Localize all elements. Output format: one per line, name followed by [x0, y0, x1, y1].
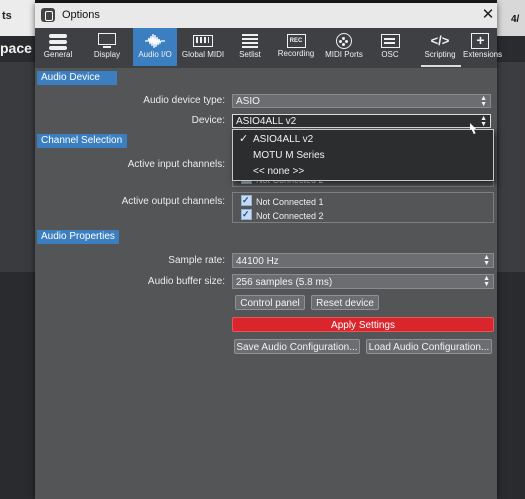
audio-buffer-size-value: 256 samples (5.8 ms) [236, 277, 333, 288]
tab-recording[interactable]: REC Recording [275, 28, 317, 66]
channel-label: Not Connected 2 [256, 211, 324, 221]
check-icon: ✓ [239, 133, 249, 145]
sample-rate-select[interactable]: 44100 Hz ▲ ▼ [232, 253, 494, 268]
tab-label: General [43, 50, 73, 59]
output-channel-item[interactable]: Not Connected 1 [241, 193, 324, 209]
sample-rate-value: 44100 Hz [236, 256, 279, 267]
tab-label: Global MIDI [181, 50, 225, 59]
tab-label: MIDI Ports [325, 50, 363, 59]
audio-device-type-value: ASIO [236, 96, 260, 107]
output-channel-item[interactable]: Not Connected 2 [241, 207, 324, 223]
code-icon: </> [430, 33, 450, 48]
sample-rate-label: Sample rate: [168, 255, 225, 266]
audio-buffer-size-select[interactable]: 256 samples (5.8 ms) ▲ ▼ [232, 274, 494, 289]
audio-buffer-size-label: Audio buffer size: [147, 276, 225, 287]
checkbox-checked-icon[interactable] [241, 193, 252, 207]
device-option-label: ASIO4ALL v2 [253, 134, 314, 145]
tab-label: Display [93, 50, 121, 59]
tab-scripting[interactable]: </> Scripting [419, 28, 461, 66]
tab-global-midi[interactable]: Global MIDI [179, 28, 227, 66]
display-icon [97, 33, 117, 49]
device-dropdown-list: ✓ ASIO4ALL v2 MOTU M Series << none >> [232, 129, 494, 181]
channel-label: Not Connected 1 [256, 197, 324, 207]
midi-port-icon [334, 33, 354, 49]
up-down-arrows-icon: ▲ ▼ [483, 275, 490, 288]
osc-icon [380, 33, 400, 49]
device-label: Device: [191, 115, 225, 126]
save-audio-configuration-button[interactable]: Save Audio Configuration... [234, 339, 360, 354]
reset-device-button[interactable]: Reset device [311, 295, 379, 310]
tab-label: Scripting [424, 50, 456, 59]
audio-device-type-select[interactable]: ASIO ▲ ▼ [232, 94, 491, 108]
record-icon: REC [286, 34, 306, 48]
audio-waveform-icon [145, 33, 165, 49]
background-app-right: 4/ [497, 0, 525, 499]
tab-label: Audio I/O [138, 50, 172, 59]
section-audio-properties: Audio Properties [37, 230, 119, 244]
close-icon[interactable]: ✕ [480, 5, 496, 25]
tab-midi-ports[interactable]: MIDI Ports [322, 28, 366, 66]
tab-scroll-indicator [421, 65, 461, 67]
tab-display[interactable]: Display [84, 28, 130, 66]
list-icon [240, 33, 260, 49]
title-bar[interactable]: Options ✕ [35, 3, 497, 28]
options-dialog: Options ✕ General Display Audio I/O Glob… [35, 3, 503, 499]
tab-label: Extensions [463, 50, 503, 59]
up-down-arrows-icon: ▲ ▼ [483, 254, 490, 267]
window-title: Options [62, 9, 100, 21]
midi-keyboard-icon [193, 33, 213, 49]
background-app-left: ts pace : [0, 0, 35, 499]
background-number: 4/ [511, 14, 520, 25]
background-label: ts [2, 10, 12, 22]
general-icon [48, 33, 68, 50]
tab-audio-io[interactable]: Audio I/O [133, 28, 177, 66]
device-option-label: MOTU M Series [253, 150, 325, 161]
plus-box-icon [470, 32, 490, 49]
tab-general[interactable]: General [35, 28, 81, 66]
background-panel [0, 62, 35, 272]
device-option-asio4all[interactable]: ✓ ASIO4ALL v2 [233, 132, 493, 147]
tab-label: Recording [277, 49, 315, 58]
device-option-label: << none >> [253, 166, 305, 177]
background-panel-right [497, 62, 525, 272]
active-output-channels-label: Active output channels: [121, 196, 225, 207]
device-option-motu[interactable]: MOTU M Series [233, 148, 493, 163]
section-channel-selection: Channel Selection [37, 134, 127, 148]
audio-device-type-label: Audio device type: [143, 95, 225, 106]
tab-label: Setlist [239, 50, 261, 59]
tab-extensions[interactable]: Extensions [463, 28, 503, 66]
app-icon [41, 8, 55, 22]
up-down-arrows-icon: ▲ ▼ [480, 95, 487, 108]
control-panel-button[interactable]: Control panel [235, 295, 305, 310]
device-value: ASIO4ALL v2 [236, 116, 297, 127]
device-select[interactable]: ASIO4ALL v2 ▲ ▼ [232, 114, 491, 128]
checkbox-checked-icon[interactable] [241, 207, 252, 221]
options-toolbar: General Display Audio I/O Global MIDI Se… [35, 28, 503, 68]
section-audio-device: Audio Device [37, 71, 117, 85]
background-toolbar-left: ts [0, 0, 35, 36]
tab-label: OSC [381, 50, 399, 59]
active-input-channels-label: Active input channels: [127, 159, 225, 170]
up-down-arrows-icon: ▲ ▼ [480, 115, 487, 128]
device-option-none[interactable]: << none >> [233, 164, 493, 179]
apply-settings-button[interactable]: Apply Settings [232, 317, 494, 332]
load-audio-configuration-button[interactable]: Load Audio Configuration... [366, 339, 492, 354]
tab-setlist[interactable]: Setlist [231, 28, 269, 66]
output-channels-list: Not Connected 1 Not Connected 2 [232, 192, 494, 223]
tab-osc[interactable]: OSC [373, 28, 407, 66]
